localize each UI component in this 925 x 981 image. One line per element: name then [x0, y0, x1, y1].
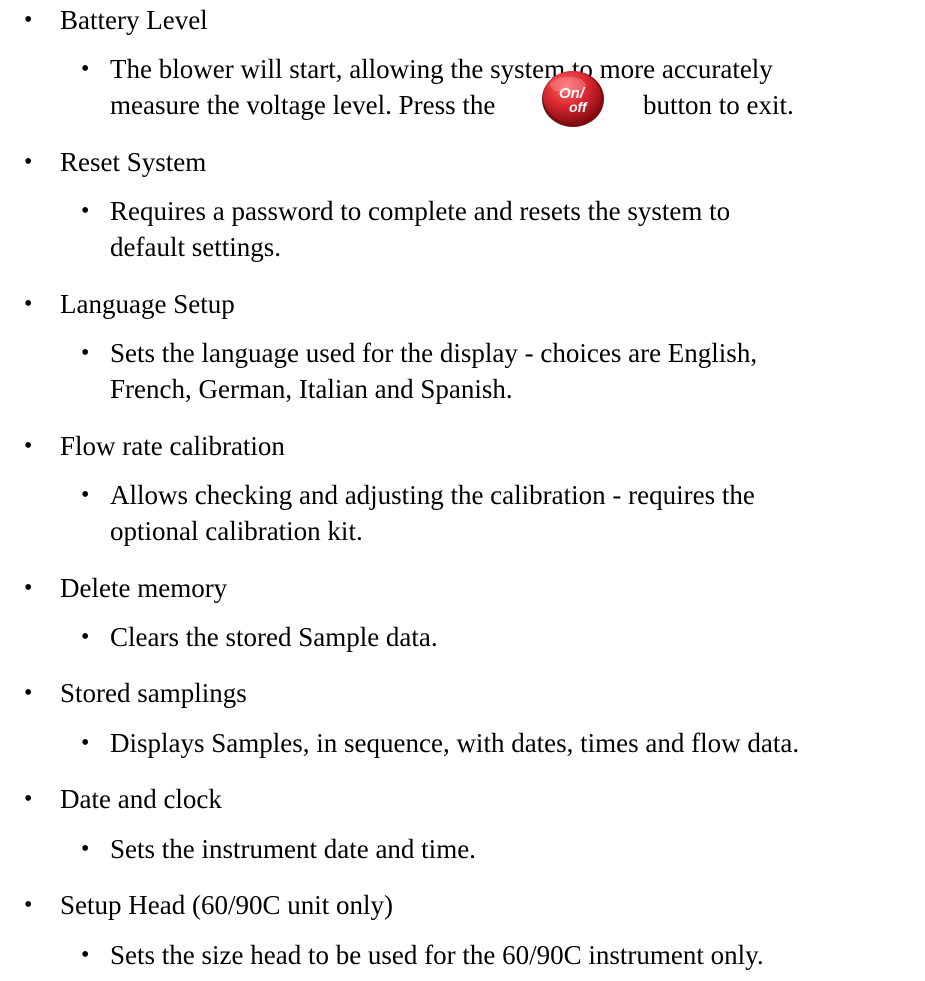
detail-line: Displays Samples, in sequence, with date…: [110, 728, 800, 758]
item-heading: Flow rate calibration: [60, 431, 285, 461]
item-heading: Language Setup: [60, 289, 235, 319]
detail-line: The blower will start, allowing the syst…: [110, 54, 773, 84]
detail-line: button to exit.: [643, 90, 794, 120]
item-heading: Reset System: [60, 147, 207, 177]
bullet: •: [81, 198, 90, 224]
bullet: •: [81, 730, 90, 756]
bullet: •: [24, 786, 33, 812]
bullet: •: [24, 892, 33, 918]
item-heading: Delete memory: [60, 573, 228, 603]
item-heading: Date and clock: [60, 784, 222, 814]
bullet: •: [24, 680, 33, 706]
bullet: •: [81, 942, 90, 968]
detail-line: Sets the language used for the display -…: [110, 338, 758, 368]
bullet: •: [81, 624, 90, 650]
detail-line: Allows checking and adjusting the calibr…: [110, 480, 755, 510]
bullet: •: [81, 836, 90, 862]
item-heading: Battery Level: [60, 5, 208, 35]
detail-line: Sets the size head to be used for the 60…: [110, 940, 764, 970]
bullet: •: [24, 149, 33, 175]
menu-options-document: • Battery Level • The blower will start,…: [0, 0, 925, 981]
bullet: •: [81, 340, 90, 366]
bullet: •: [24, 7, 33, 33]
detail-line: Requires a password to complete and rese…: [110, 196, 731, 226]
bullet: •: [24, 291, 33, 317]
detail-line: Clears the stored Sample data.: [110, 622, 438, 652]
bullet: •: [81, 482, 90, 508]
bullet: •: [24, 433, 33, 459]
detail-line: optional calibration kit.: [110, 516, 363, 546]
on-off-button-icon: On/ off: [542, 71, 604, 127]
svg-text:off: off: [569, 99, 588, 115]
detail-line: measure the voltage level. Press the: [110, 90, 496, 120]
detail-line: French, German, Italian and Spanish.: [110, 374, 513, 404]
item-heading: Setup Head (60/90C unit only): [60, 890, 393, 920]
bullet: •: [24, 575, 33, 601]
detail-line: Sets the instrument date and time.: [110, 834, 476, 864]
item-heading: Stored samplings: [60, 678, 247, 708]
detail-line: default settings.: [110, 232, 281, 262]
bullet: •: [81, 56, 90, 82]
